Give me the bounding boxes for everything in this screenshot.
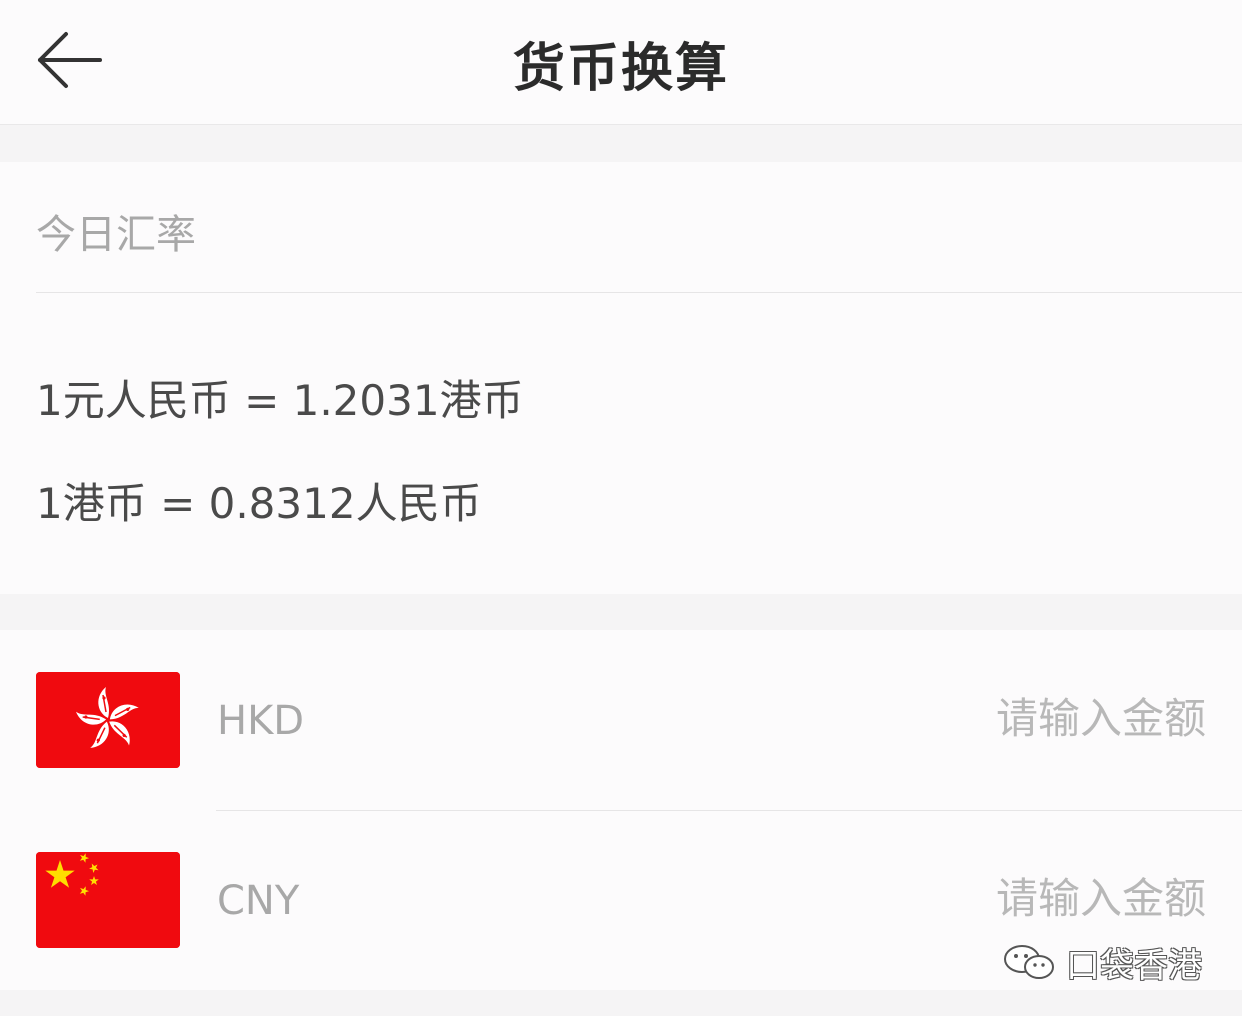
rate-hkd-to-cny: 1港币 = 0.8312人民币: [36, 479, 482, 528]
wechat-icon: [1004, 945, 1054, 979]
currency-row-hkd[interactable]: HKD: [0, 630, 1242, 811]
hong-kong-flag-icon: [36, 672, 180, 768]
currency-code-cny: CNY: [217, 878, 300, 924]
cny-amount-input[interactable]: [786, 874, 1206, 923]
watermark: 口袋香港: [1002, 940, 1202, 986]
navigation-bar: 货币换算: [0, 0, 1242, 125]
rate-section-title: 今日汇率: [36, 212, 196, 258]
watermark-text: 口袋香港: [1066, 945, 1202, 986]
rate-cny-to-hkd: 1元人民币 = 1.2031港币: [36, 376, 524, 425]
page-title: 货币换算: [512, 39, 729, 99]
china-flag-icon: [36, 852, 180, 948]
currency-code-hkd: HKD: [217, 698, 305, 744]
exchange-rate-card: 今日汇率 1元人民币 = 1.2031港币 1港币 = 0.8312人民币: [0, 162, 1242, 594]
converter-card: HKD CNY: [0, 630, 1242, 990]
divider: [36, 292, 1242, 293]
hkd-amount-input[interactable]: [786, 694, 1206, 743]
